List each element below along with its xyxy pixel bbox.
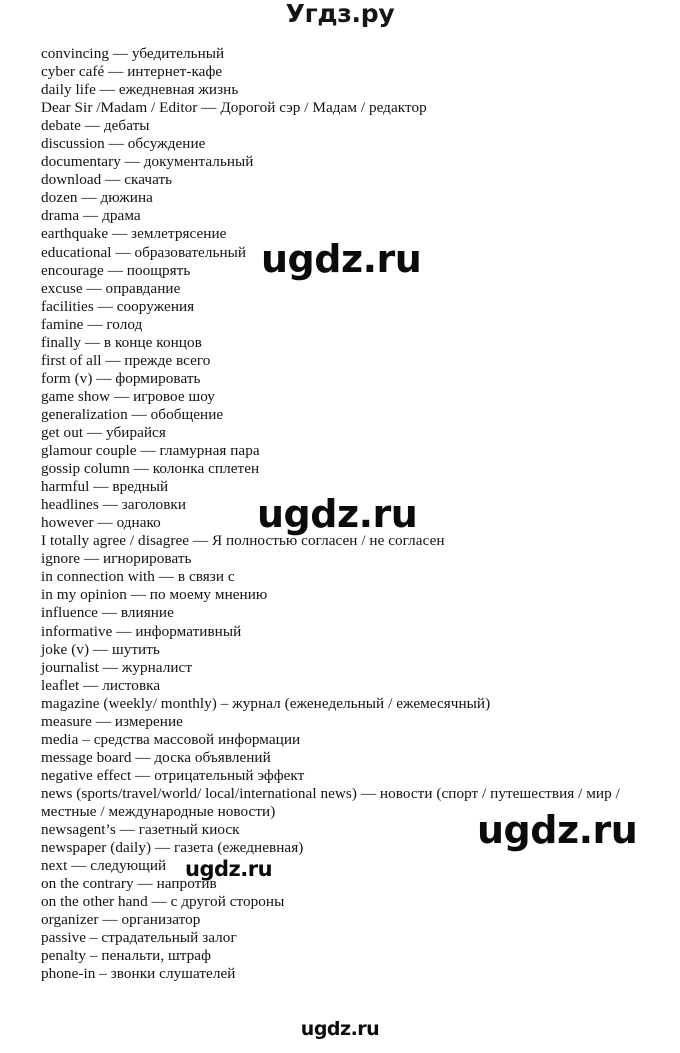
overlay-watermark-3: ugdz.ru [477,808,638,852]
glossary-entry: news (sports/travel/world/ local/interna… [41,784,620,802]
glossary-entry: documentary — документальный [41,153,254,171]
header-watermark: Угдз.ру [0,0,680,30]
glossary-entry: finally — в конце концов [41,333,202,351]
glossary-entry: penalty – пенальти, штраф [41,947,211,965]
footer-watermark-text: ugdz.ru [300,1018,380,1040]
glossary-entry: gossip column — колонка сплетен [41,460,260,478]
glossary-entry: get out — убирайся [41,423,166,441]
glossary-entry: on the contrary — напротив [41,875,217,893]
glossary-entry: convincing — убедительный [41,45,225,62]
glossary-entry: next — следующий [41,857,167,875]
glossary-entry: game show — игровое шоу [41,387,215,405]
footer-watermark: ugdz.ru [0,1019,680,1040]
glossary-entry: first of all — прежде всего [41,351,211,369]
glossary-entry: measure — измерение [41,712,183,730]
overlay-watermark-1: ugdz.ru [261,237,422,281]
glossary-entry: leaflet — листовка [41,676,161,694]
glossary-entry: journalist — журналист [41,658,193,676]
glossary-entry: media – средства массовой информации [41,730,301,748]
glossary-entry: influence — влияние [41,604,174,622]
glossary-entry: Dear Sir /Madam / Editor — Дорогой сэр /… [41,99,427,117]
glossary-entry: magazine (weekly/ monthly) – журнал (еже… [41,694,491,712]
glossary-entry: passive – страдательный залог [41,929,237,947]
glossary-entry: ignore — игнорировать [41,550,192,568]
glossary-entry: glamour couple — гламурная пара [41,442,260,460]
glossary-entry: informative — информативный [41,622,242,640]
overlay-watermark-2: ugdz.ru [257,492,418,536]
glossary-entry: drama — драма [41,207,141,225]
glossary-entry: facilities — сооружения [41,297,195,315]
glossary-entry: dozen — дюжина [41,189,153,207]
header-watermark-text: Угдз.ру [285,0,395,28]
glossary-entry: cyber café — интернет-кафе [41,63,223,81]
glossary-entry: discussion — обсуждение [41,135,206,153]
glossary-entry: form (v) — формировать [41,369,201,387]
glossary-entry: download — скачать [41,171,173,189]
glossary-entry: negative effect — отрицательный эффект [41,766,305,784]
glossary-entry: on the other hand — с другой стороны [41,893,285,911]
glossary-entry: message board — доска объявлений [41,748,271,766]
glossary-entry: daily life — ежедневная жизнь [41,81,239,99]
glossary-entry: famine — голод [41,315,143,333]
overlay-watermark-4: ugdz.ru [185,857,273,881]
glossary-entry: debate — дебаты [41,117,150,135]
glossary-entry: joke (v) — шутить [41,640,160,658]
glossary-entry: in my opinion — по моему мнению [41,586,268,604]
glossary-entry: generalization — обобщение [41,405,224,423]
glossary-entry: in connection with — в связи с [41,568,235,586]
glossary-entry: excuse — оправдание [41,279,181,297]
glossary-entry: phone-in – звонки слушателей [41,965,236,983]
glossary-entry: organizer — организатор [41,911,201,929]
